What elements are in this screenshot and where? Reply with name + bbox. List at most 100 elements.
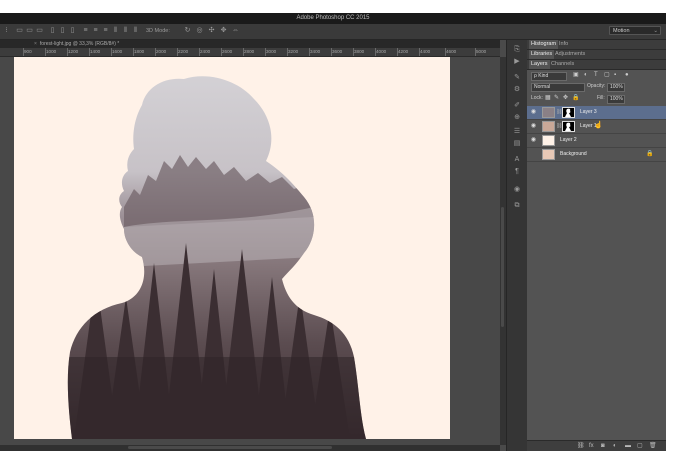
align-center-icon[interactable]: ▯ [59,27,66,34]
layer-row-layer-1[interactable]: ◉ ⛓ Layer 1 ☝ [527,120,666,134]
chevron-down-icon: ⌄ [653,28,658,34]
lock-image-icon[interactable]: ✎ [554,94,559,102]
distribute-middle-icon[interactable]: ≡ [92,27,99,34]
ruler-tick: 1400 [88,48,101,56]
ruler-tick: 4200 [396,48,409,56]
horizontal-scrollbar[interactable] [0,445,500,451]
horizontal-ruler[interactable]: 900 1000 1200 1400 1600 1800 2000 2200 2… [0,48,500,57]
layer-row-layer-3[interactable]: ◉ ⛓ Layer 3 [527,106,666,120]
document-tab-label: forest-light.jpg @ 33,3% (RGB/8#) * [39,41,120,47]
layer-mask-thumbnail[interactable] [562,121,575,132]
align-left-icon[interactable]: ▯ [49,27,56,34]
lock-transparent-icon[interactable]: ▦ [545,94,551,102]
layer-style-fx-icon[interactable]: fx [589,443,594,450]
tab-libraries[interactable]: Libraries [529,50,555,59]
fill-input[interactable]: 100% [607,95,625,104]
layer-thumbnail [542,135,555,146]
smart-object-filter-icon[interactable]: ▪ [614,71,616,79]
history-icon[interactable]: ⎘ [513,46,521,54]
filter-kind-select[interactable]: ρ Kind [531,72,567,81]
distribute-left-icon[interactable]: ⫴ [112,27,119,34]
layer-mask-thumbnail[interactable] [562,107,575,118]
document-tab[interactable]: × forest-light.jpg @ 33,3% (RGB/8#) * [0,40,119,48]
move-tool-options-icon[interactable]: ⁝ [3,27,10,34]
brush-icon[interactable]: ✐ [513,102,521,110]
align-bottom-icon[interactable]: ▭ [36,27,43,34]
layer-comps-icon[interactable]: ▤ [513,140,521,148]
layer-thumbnail [542,149,555,160]
fill-label: Fill: [597,95,605,101]
ruler-tick: 3000 [264,48,277,56]
close-icon[interactable]: × [34,41,37,47]
brush-presets-icon[interactable]: ✎ [513,74,521,82]
workspace-select[interactable]: Motion ⌄ [609,26,661,35]
title-bar: Adobe Photoshop CC 2015 [0,13,666,24]
pixel-filter-icon[interactable]: ▣ [573,71,579,79]
shape-filter-icon[interactable]: ▢ [604,71,610,79]
layer-thumbnail [542,121,555,132]
3d-drag-icon[interactable]: ✣ [208,27,215,34]
lock-icon: 🔒 [646,151,654,157]
layer-row-background[interactable]: Background 🔒 [527,148,666,162]
opacity-input[interactable]: 100% [607,83,625,92]
visibility-eye-icon[interactable]: ◉ [530,137,537,144]
filter-toggle-icon[interactable]: ● [625,71,629,79]
navigator-icon[interactable]: ◉ [513,186,521,194]
tab-info[interactable]: Info [559,40,568,49]
adjustment-filter-icon[interactable]: ◐ [584,71,588,79]
ruler-tick: 4000 [374,48,387,56]
tab-layers[interactable]: Layers [529,60,550,69]
canvas-area[interactable] [0,57,500,445]
lock-position-icon[interactable]: ✥ [563,94,568,102]
align-top-icon[interactable]: ▭ [16,27,23,34]
layer-row-layer-2[interactable]: ◉ Layer 2 [527,134,666,148]
align-right-icon[interactable]: ▯ [69,27,76,34]
tab-channels[interactable]: Channels [551,60,574,69]
mouse-pointer-icon: ☝ [594,122,603,129]
ruler-tick: 3400 [308,48,321,56]
ruler-tick: 5000 [474,48,487,56]
link-layers-icon[interactable]: ⛓ [577,443,585,450]
ruler-tick: 1600 [110,48,123,56]
align-middle-icon[interactable]: ▭ [26,27,33,34]
tab-histogram[interactable]: Histogram [529,40,559,49]
clone-source-icon[interactable]: ⊕ [513,114,521,122]
lock-fill-row: Lock: ▦ ✎ ✥ 🔒 Fill: 100% [527,94,666,104]
type-filter-icon[interactable]: T [594,71,598,79]
visibility-eye-icon[interactable]: ◉ [530,123,537,130]
distribute-center-icon[interactable]: ⫴ [122,27,129,34]
properties-icon[interactable]: ☰ [513,128,521,136]
3d-orbit-icon[interactable]: ↻ [184,27,191,34]
distribute-top-icon[interactable]: ≡ [82,27,89,34]
paragraph-icon[interactable]: ¶ [513,168,521,176]
document-canvas[interactable] [14,57,450,439]
blend-mode-select[interactable]: Normal [531,83,585,92]
new-adjustment-layer-icon[interactable]: ◐ [613,443,617,450]
ruler-tick: 3200 [286,48,299,56]
trash-icon[interactable]: 🗑 [649,443,657,450]
mask-silhouette [565,108,571,117]
distribute-bottom-icon[interactable]: ≡ [102,27,109,34]
add-mask-icon[interactable]: ◙ [601,443,605,450]
visibility-eye-icon[interactable]: ◉ [530,109,537,116]
horizontal-scroll-thumb[interactable] [128,446,332,449]
ruler-tick: 3800 [352,48,365,56]
tab-adjustments[interactable]: Adjustments [555,50,585,59]
3d-roll-icon[interactable]: ◎ [196,27,203,34]
timeline-icon[interactable]: ⧉ [513,202,521,210]
new-layer-icon[interactable]: ▢ [637,443,643,450]
ruler-tick: 900 [23,48,32,56]
3d-scale-icon[interactable]: ⇔ [232,27,239,34]
vertical-scroll-thumb[interactable] [501,207,504,327]
layers-panel-footer: ⛓ fx ◙ ◐ ▬ ▢ 🗑 [527,440,666,451]
distribute-right-icon[interactable]: ⫴ [132,27,139,34]
3d-slide-icon[interactable]: ✥ [220,27,227,34]
character-icon[interactable]: A [513,156,521,164]
ruler-tick: 1800 [132,48,145,56]
play-actions-icon[interactable]: ▶ [513,58,521,66]
tool-presets-icon[interactable]: ⚙ [513,86,521,94]
new-group-icon[interactable]: ▬ [625,443,631,450]
layer-name: Background [560,151,587,157]
panel-icon-strip: ⎘ ▶ ✎ ⚙ ✐ ⊕ ☰ ▤ A ¶ ◉ ⧉ [506,40,528,451]
lock-all-icon[interactable]: 🔒 [572,94,579,102]
